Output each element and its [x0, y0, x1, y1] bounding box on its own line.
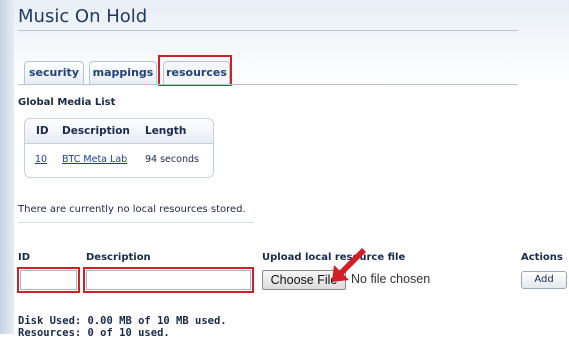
description-column-label: Description — [86, 252, 151, 263]
media-description-link[interactable]: BTC Meta Lab — [62, 154, 127, 165]
media-length: 94 seconds — [145, 154, 199, 165]
column-header-length[interactable]: Length — [145, 125, 186, 137]
tab-mappings[interactable]: mappings — [89, 61, 157, 84]
resources-used-text: Resources: 0 of 10 used. — [18, 327, 170, 339]
local-divider — [18, 222, 254, 223]
id-input-highlight — [17, 267, 80, 293]
id-column-label: ID — [18, 252, 31, 263]
page-title: Music On Hold — [18, 6, 148, 27]
media-table-header: ID Description Length — [25, 119, 213, 144]
title-divider — [18, 30, 518, 31]
resources-tab-highlight — [158, 55, 232, 86]
tabs-divider — [18, 84, 518, 85]
no-local-resources-message: There are currently no local resources s… — [18, 204, 246, 215]
disk-used-text: Disk Used: 0.00 MB of 10 MB used. — [18, 315, 227, 327]
global-media-table: ID Description Length 10 BTC Meta Lab 94… — [24, 118, 214, 178]
media-id-link[interactable]: 10 — [35, 154, 47, 165]
column-header-id[interactable]: ID — [36, 125, 49, 137]
tab-security[interactable]: security — [24, 61, 84, 84]
left-frame-edge — [0, 0, 14, 334]
global-media-heading: Global Media List — [18, 97, 116, 108]
column-header-description[interactable]: Description — [62, 125, 130, 137]
description-input-highlight — [83, 267, 254, 293]
add-button[interactable]: Add — [521, 271, 567, 289]
actions-column-label: Actions — [521, 252, 563, 263]
red-arrow-icon — [332, 248, 366, 282]
